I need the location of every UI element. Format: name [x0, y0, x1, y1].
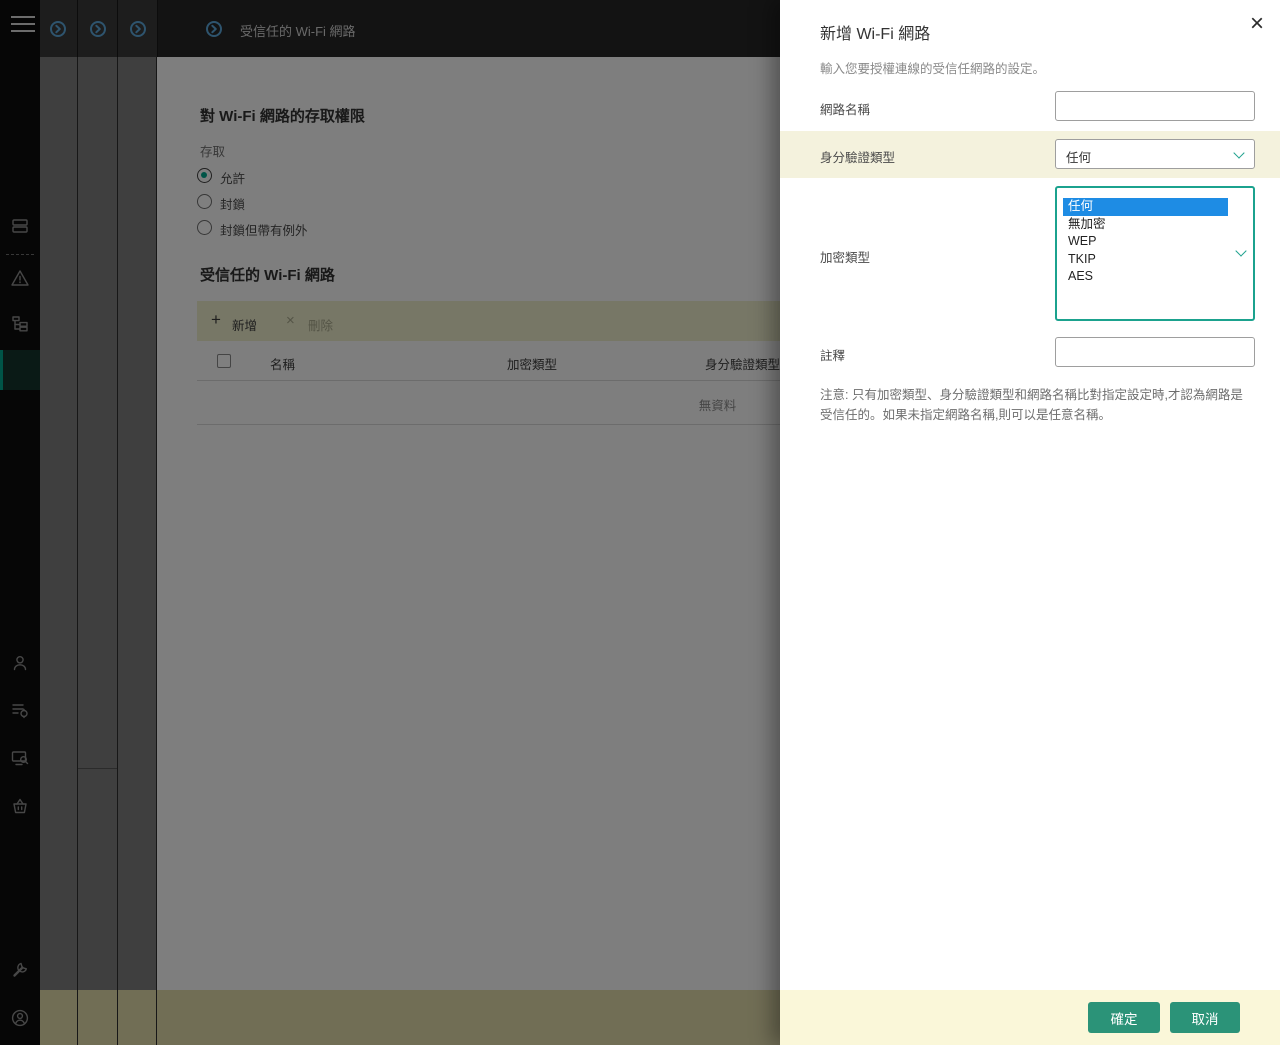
auth-type-label: 身分驗證類型: [820, 151, 896, 165]
option-any[interactable]: 任何: [1063, 198, 1228, 216]
cancel-button[interactable]: 取消: [1170, 1002, 1240, 1033]
ok-button[interactable]: 確定: [1088, 1002, 1160, 1033]
option-aes[interactable]: AES: [1063, 268, 1228, 286]
option-wep[interactable]: WEP: [1063, 233, 1228, 251]
drawer-title: 新增 Wi-Fi 網路: [820, 26, 931, 43]
chevron-down-icon: [1233, 147, 1245, 159]
network-name-input[interactable]: [1055, 91, 1255, 121]
auth-type-value: 任何: [1066, 151, 1092, 165]
encryption-type-label: 加密類型: [820, 251, 871, 265]
close-icon[interactable]: ×: [1250, 12, 1264, 36]
drawer-note: 注意: 只有加密類型、身分驗證類型和網路名稱比對指定設定時,才認為網路是受信任的…: [820, 388, 1243, 422]
chevron-down-icon: [1235, 245, 1247, 257]
network-name-label: 網路名稱: [820, 103, 871, 117]
option-tkip[interactable]: TKIP: [1063, 251, 1228, 269]
drawer-footer: 確定 取消: [780, 990, 1280, 1045]
comment-label: 註釋: [820, 349, 846, 363]
add-wifi-drawer: 新增 Wi-Fi 網路 × 輸入您要授權連線的受信任網路的設定。 網路名稱 身分…: [780, 0, 1280, 1045]
comment-input[interactable]: [1055, 337, 1255, 367]
auth-type-select[interactable]: 任何: [1055, 139, 1255, 169]
encryption-type-listbox[interactable]: 任何 無加密 WEP TKIP AES: [1055, 186, 1255, 321]
drawer-subtitle: 輸入您要授權連線的受信任網路的設定。: [820, 62, 1046, 76]
option-no-encryption[interactable]: 無加密: [1063, 216, 1228, 234]
